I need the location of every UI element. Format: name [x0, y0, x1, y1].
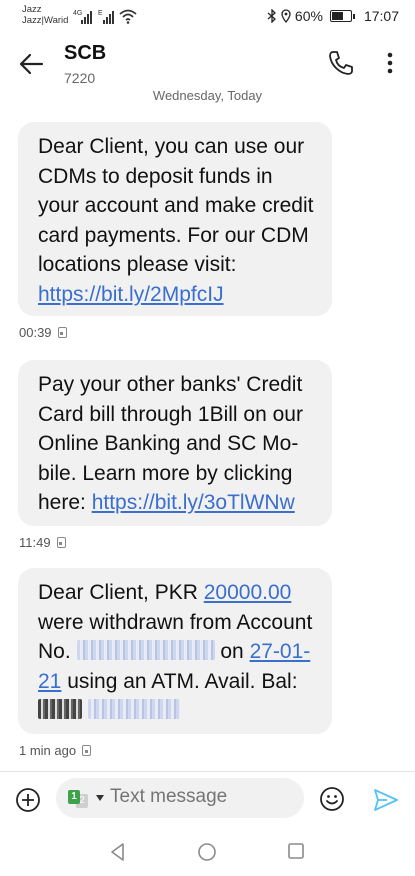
message-input-container: 2 1	[56, 778, 304, 818]
message-text-3: on	[220, 640, 250, 664]
network-type-2: E	[98, 10, 103, 17]
divider	[0, 771, 415, 772]
message-time: 1 min ago	[19, 743, 77, 758]
message-bubble[interactable]: Dear Client, you can use our CDMs to dep…	[18, 122, 332, 316]
message-text-1: Dear Client, PKR	[38, 581, 204, 604]
contact-name: SCB	[64, 42, 107, 64]
wifi-icon	[119, 9, 137, 24]
sim-selector[interactable]: 2 1	[68, 788, 108, 808]
sim-1-badge: 1	[68, 790, 80, 804]
signal-icon: E	[98, 10, 114, 24]
message-bubble[interactable]: Dear Client, PKR 20000.00 were withdrawn…	[18, 568, 332, 734]
message-link[interactable]: https://bit.ly/2MpfcIJ	[38, 283, 224, 306]
redacted-balance	[88, 699, 180, 720]
carrier-1: Jazz	[22, 4, 42, 15]
status-bar: Jazz Jazz|Warid 4G E 60% 17:07	[0, 0, 415, 34]
sim-card-icon	[82, 745, 92, 756]
conversation-header: SCB 7220	[0, 34, 415, 94]
clock: 17:07	[363, 8, 399, 24]
date-separator: Wednesday, Today	[152, 88, 263, 103]
contact-number: 7220	[64, 70, 96, 86]
message-text: Dear Client, you can use our CDMs to dep…	[38, 135, 314, 277]
message-text-4: using an ATM. Avail. Bal:	[61, 669, 298, 693]
message-time-row: 11:49	[19, 535, 66, 550]
message-time: 11:49	[19, 535, 51, 550]
redacted-currency	[38, 699, 82, 720]
back-arrow-icon[interactable]	[16, 48, 48, 80]
location-icon	[281, 9, 291, 23]
status-right: 60% 17:07	[267, 8, 399, 24]
message-link[interactable]: https://bit.ly/3oTlWNw	[92, 491, 295, 514]
send-icon[interactable]	[373, 788, 399, 812]
network-type-1: 4G	[73, 10, 82, 17]
more-vertical-icon[interactable]	[380, 48, 400, 78]
message-bubble[interactable]: Pay your other banks' Credit Card bill t…	[18, 360, 332, 526]
chevron-down-icon	[96, 795, 104, 801]
amount-link[interactable]: 20000.00	[204, 581, 292, 604]
emoji-icon[interactable]	[319, 786, 345, 812]
nav-home-icon[interactable]	[197, 842, 217, 862]
message-input[interactable]	[110, 786, 290, 808]
signal-icon: 4G	[73, 10, 92, 24]
add-icon[interactable]	[15, 787, 41, 813]
battery-percent: 60%	[294, 8, 323, 24]
navigation-bar	[0, 828, 415, 876]
carrier-labels: Jazz Jazz|Warid	[22, 4, 68, 26]
sim-card-icon	[57, 327, 67, 338]
nav-recents-icon[interactable]	[287, 842, 305, 860]
phone-icon[interactable]	[326, 48, 356, 78]
sim-card-icon	[56, 537, 66, 548]
carrier-2: Jazz|Warid	[22, 15, 69, 26]
battery-icon	[329, 10, 355, 22]
message-time: 00:39	[19, 325, 52, 340]
redacted-account-number	[76, 640, 215, 661]
nav-back-icon[interactable]	[108, 842, 128, 862]
bluetooth-icon	[267, 9, 276, 23]
message-time-row: 1 min ago	[19, 743, 92, 758]
message-time-row: 00:39	[19, 325, 67, 340]
